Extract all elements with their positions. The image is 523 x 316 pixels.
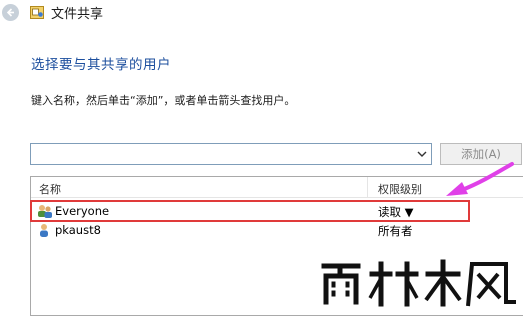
list-item-pkaust8[interactable]: pkaust8 所有者 (31, 221, 523, 240)
column-header-name[interactable]: 名称 (39, 181, 61, 197)
chevron-down-icon[interactable] (415, 147, 429, 161)
file-sharing-icon (30, 6, 44, 19)
list-item-everyone[interactable]: Everyone 读取 ▼ (31, 202, 523, 221)
window-title: 文件共享 (51, 7, 104, 22)
arrow-left-icon (6, 8, 14, 17)
user-name: pkaust8 (55, 223, 101, 237)
user-name: Everyone (55, 204, 110, 218)
permission-label: 所有者 (378, 224, 413, 238)
instruction-text: 键入名称，然后单击“添加”，或者单击箭头查找用户。 (31, 94, 296, 107)
back-button[interactable] (2, 4, 19, 21)
annotation-arrow-icon (446, 162, 514, 196)
user-name-combobox[interactable] (30, 143, 432, 165)
page-heading: 选择要与其共享的用户 (31, 57, 171, 73)
column-header-permission[interactable]: 权限级别 (378, 181, 422, 197)
user-group-icon (38, 205, 52, 218)
permission-dropdown[interactable]: 读取 ▼ (378, 204, 414, 220)
column-divider (367, 177, 368, 198)
title-bar: 文件共享 (0, 0, 523, 26)
ylmf-logo (321, 259, 516, 307)
user-icon (40, 224, 48, 237)
